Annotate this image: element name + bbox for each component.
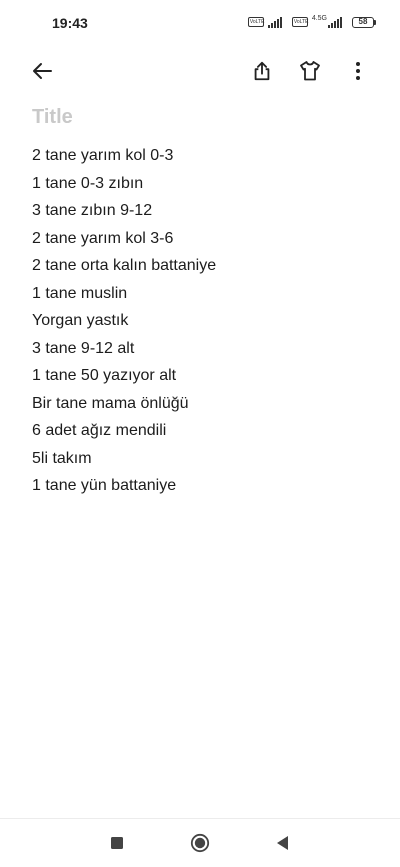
home-button[interactable]: [184, 829, 216, 857]
note-line: 3 tane 9-12 alt: [32, 339, 135, 357]
battery-tip: [374, 19, 376, 25]
note-line: 1 tane 50 yazıyor alt: [32, 367, 177, 384]
nav-back-button[interactable]: [266, 829, 298, 857]
note-line: 1 tane yün battaniye: [32, 477, 177, 494]
system-nav-bar: [0, 818, 400, 867]
back-button[interactable]: [22, 50, 62, 92]
recents-button[interactable]: [101, 829, 133, 857]
share-button[interactable]: [242, 50, 282, 92]
note-title-input[interactable]: Title: [32, 106, 73, 129]
note-line: 2 tane yarım kol 0-3: [32, 147, 174, 164]
status-time: 19:43: [52, 15, 88, 31]
note-line: 3 tane zıbın 9-12: [32, 202, 153, 219]
more-options-button[interactable]: [338, 50, 378, 92]
note-line: 5li takım: [32, 449, 92, 467]
triangle-back-icon: [277, 836, 288, 850]
note-line: 2 tane yarım kol 3-6: [32, 229, 174, 247]
note-line: 1 tane 0-3 zıbın: [32, 174, 144, 192]
note-toolbar: [0, 50, 400, 92]
status-bar: 19:43 VoLTE VoLTE 4.5G 58: [0, 0, 400, 44]
note-line: 2 tane orta kalın battaniye: [32, 257, 217, 274]
share-icon: [254, 61, 270, 81]
square-icon: [111, 837, 123, 849]
theme-button[interactable]: [290, 50, 330, 92]
note-body-editor[interactable]: 2 tane yarım kol 0-3 1 tane 0-3 zıbın 3 ta…: [32, 142, 372, 500]
circle-icon: [190, 833, 210, 853]
note-line: 6 adet ağız mendili: [32, 422, 167, 439]
arrow-left-icon: [33, 63, 52, 79]
note-line: Yorgan yastık: [32, 312, 129, 329]
battery-level: 58: [352, 16, 374, 28]
signal-sim2-icon: [328, 16, 342, 28]
network-type-label: 4.5G: [311, 15, 327, 22]
note-line: Bir tane mama önlüğü: [32, 394, 189, 412]
note-line: 1 tane muslin: [32, 284, 128, 302]
status-icons: VoLTE VoLTE 4.5G 58: [247, 15, 376, 29]
tshirt-icon: [300, 61, 320, 81]
volte-badge-sim2: VoLTE: [291, 17, 309, 27]
signal-sim1-icon: [267, 16, 282, 28]
more-vertical-icon: [356, 62, 360, 80]
volte-badge-sim1: VoLTE: [247, 17, 265, 27]
battery-icon: 58: [352, 16, 376, 28]
